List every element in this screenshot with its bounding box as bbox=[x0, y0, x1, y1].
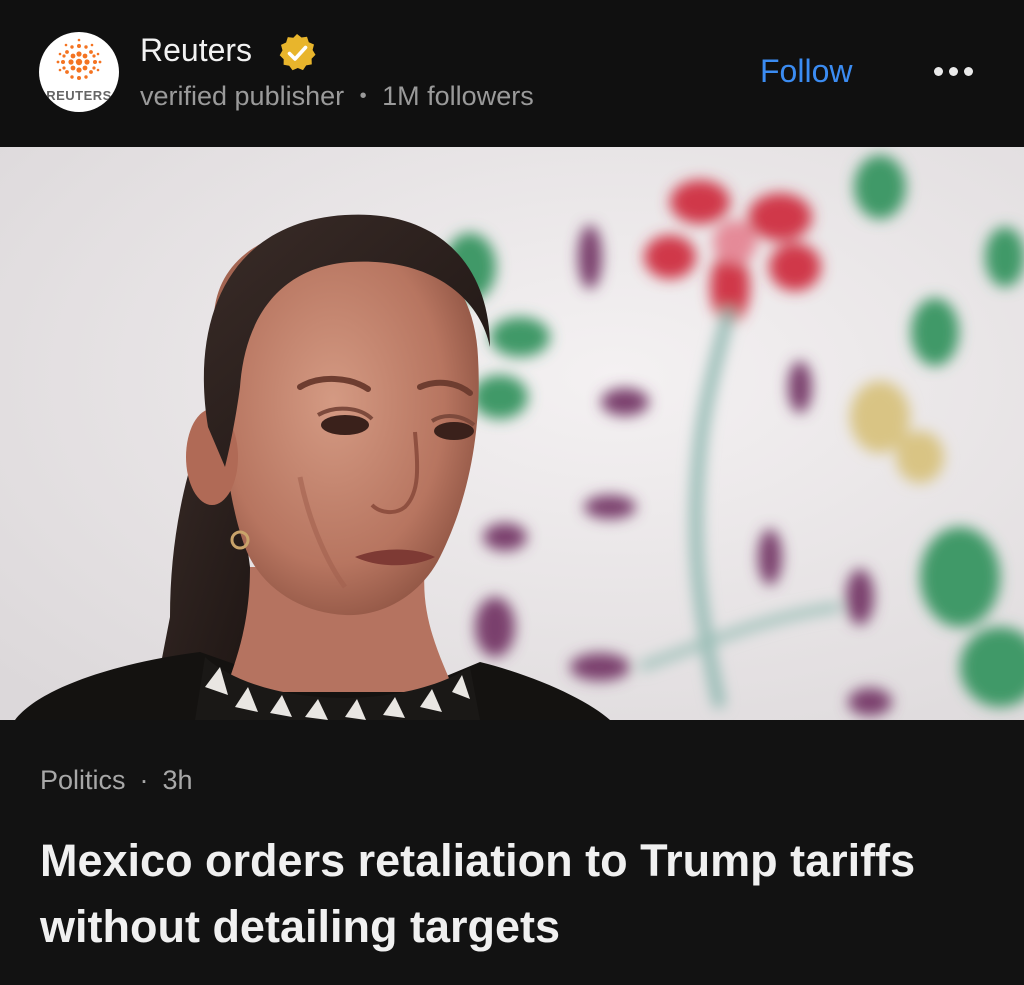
verified-badge-icon bbox=[279, 34, 316, 71]
publisher-avatar[interactable]: REUTERS bbox=[39, 32, 119, 112]
publisher-descriptor: verified publisher bbox=[140, 81, 345, 111]
article-photo bbox=[0, 147, 1024, 720]
follower-count: 1M followers bbox=[382, 81, 534, 111]
post-header: REUTERS Reuters verified publisher • 1M … bbox=[0, 0, 1024, 147]
meta-separator: • bbox=[359, 85, 367, 107]
post-age: 3h bbox=[162, 765, 193, 795]
article-image[interactable] bbox=[0, 147, 1024, 720]
more-options-icon[interactable] bbox=[930, 57, 978, 85]
follow-button[interactable]: Follow bbox=[760, 53, 852, 90]
article-headline[interactable]: Mexico orders retaliation to Trump tarif… bbox=[40, 828, 980, 960]
category-label[interactable]: Politics bbox=[40, 765, 126, 795]
logo-wordmark: REUTERS bbox=[46, 88, 112, 103]
publisher-meta: verified publisher • 1M followers bbox=[140, 81, 534, 112]
article-meta: Politics · 3h bbox=[40, 765, 193, 796]
publisher-name[interactable]: Reuters bbox=[140, 32, 252, 69]
meta-dot: · bbox=[139, 765, 149, 795]
